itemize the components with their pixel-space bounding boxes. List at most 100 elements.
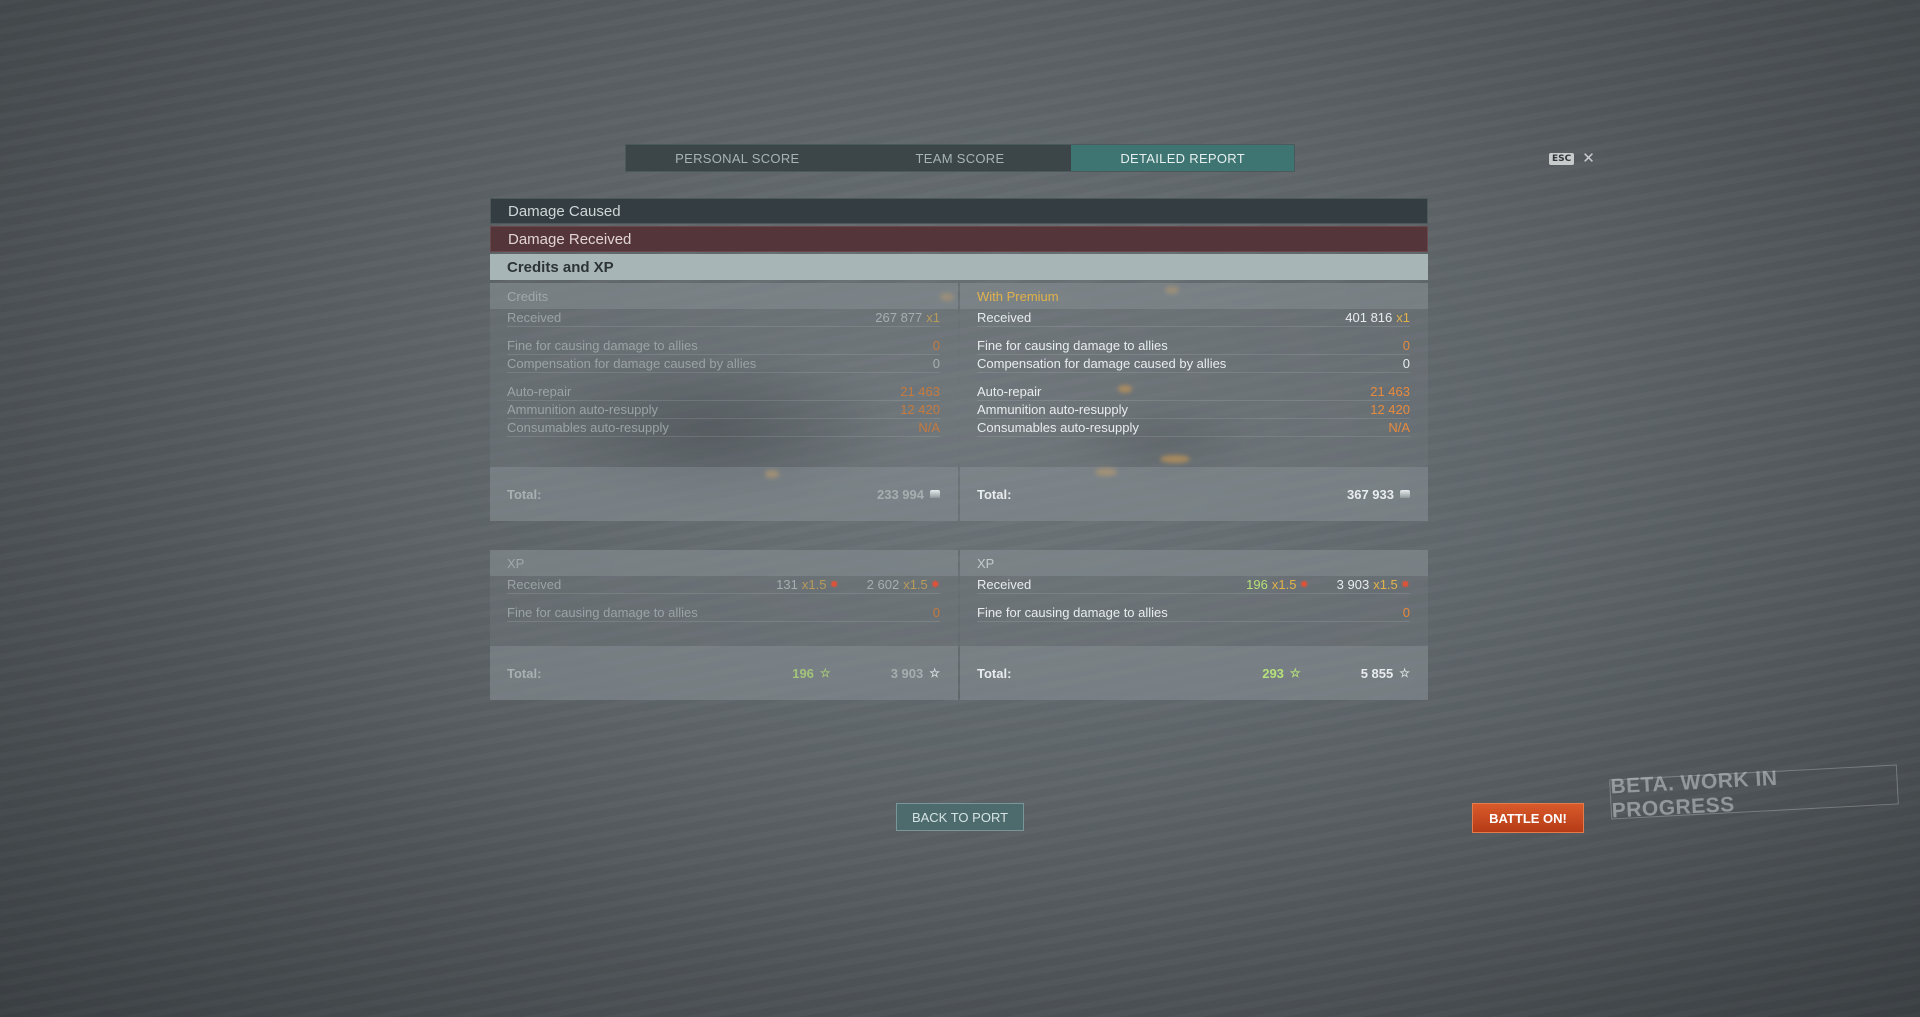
xp-total-account: 3 903 [890, 665, 924, 681]
premium-badge-icon: ✸ [1400, 579, 1410, 591]
report-tabs: PERSONAL SCORE TEAM SCORE DETAILED REPOR… [625, 144, 1295, 172]
close-icon[interactable]: ✕ [1582, 151, 1595, 166]
section-label: Credits and XP [507, 258, 614, 276]
credits-ammo-row: Ammunition auto-resupply 12 420 [507, 401, 940, 419]
row-label: Compensation for damage caused by allies [977, 356, 1227, 371]
row-label: Compensation for damage caused by allies [507, 356, 757, 371]
back-to-port-button[interactable]: BACK TO PORT [896, 803, 1024, 831]
xp-account-value: 2 602 [866, 577, 900, 592]
premium-badge-icon: ✸ [829, 579, 839, 591]
xp-premium-account-multiplier: x1.5 [1373, 577, 1398, 592]
credits-fine-row: Fine for causing damage to allies 0 [507, 337, 940, 355]
total-label: Total: [507, 486, 542, 502]
credits-consumables-row: Consumables auto-resupply N/A [507, 419, 940, 437]
premium-received-row: Received 401 816 x1 [977, 309, 1410, 327]
xp-fine-value: 0 [932, 605, 940, 620]
row-label: Received [977, 577, 1032, 592]
xp-ship-multiplier: x1.5 [801, 577, 827, 592]
credits-ammo-value: 12 420 [900, 402, 940, 417]
section-damage-caused[interactable]: Damage Caused [490, 198, 1428, 224]
premium-comp-row: Compensation for damage caused by allies… [977, 355, 1410, 373]
total-label: Total: [977, 486, 1012, 502]
premium-ammo-row: Ammunition auto-resupply 12 420 [977, 401, 1410, 419]
premium-comp-value: 0 [1402, 356, 1410, 371]
xp-fine-row: Fine for causing damage to allies 0 [507, 604, 940, 622]
credits-header: Credits [490, 283, 958, 309]
row-label: Fine for causing damage to allies [507, 338, 698, 353]
credits-icon [930, 490, 940, 498]
credits-icon [1400, 490, 1410, 498]
xp-ship-value: 131 [776, 577, 798, 592]
row-label: Fine for causing damage to allies [977, 605, 1168, 620]
xp-total-ship: 196 [792, 665, 814, 681]
xp-premium-total-row: Total: 293 ☆ 5 855 ☆ [960, 646, 1428, 700]
xp-header: XP [490, 550, 958, 576]
beta-watermark: BETA. WORK IN PROGRESS [1609, 764, 1899, 822]
premium-badge-icon: ✸ [1299, 579, 1309, 591]
xp-premium-panel: XP Received 196 x1.5 ✸ 3 903 x1.5 ✸ Fine… [960, 550, 1428, 700]
premium-ammo-value: 12 420 [1370, 402, 1410, 417]
xp-premium-fine-value: 0 [1402, 605, 1410, 620]
premium-badge-icon: ✸ [930, 579, 940, 591]
xp-panel: XP Received 131 x1.5 ✸ 2 602 x1.5 ✸ Fine… [490, 550, 958, 700]
section-damage-received[interactable]: Damage Received [490, 226, 1428, 252]
star-icon: ☆ [929, 666, 940, 680]
row-label: Consumables auto-resupply [977, 420, 1139, 435]
row-label: Consumables auto-resupply [507, 420, 669, 435]
star-icon: ☆ [1399, 666, 1410, 680]
row-label: Ammunition auto-resupply [977, 402, 1129, 417]
row-label: Received [507, 577, 562, 592]
xp-premium-account-value: 3 903 [1336, 577, 1370, 592]
premium-multiplier: x1 [1396, 310, 1410, 325]
section-label: Damage Received [508, 230, 632, 248]
xp-premium-received-row: Received 196 x1.5 ✸ 3 903 x1.5 ✸ [977, 576, 1410, 594]
xp-total-row: Total: 196 ☆ 3 903 ☆ [490, 646, 958, 700]
xp-premium-total-account: 5 855 [1360, 665, 1394, 681]
credits-total-value: 233 994 [877, 486, 924, 502]
esc-key-icon: ESC [1549, 152, 1575, 165]
star-icon: ☆ [819, 666, 831, 680]
premium-fine-value: 0 [1402, 338, 1410, 353]
tab-team-score[interactable]: TEAM SCORE [849, 145, 1072, 171]
xp-premium-total-ship: 293 [1262, 665, 1284, 681]
xp-received-row: Received 131 x1.5 ✸ 2 602 x1.5 ✸ [507, 576, 940, 594]
credits-repair-row: Auto-repair 21 463 [507, 383, 940, 401]
star-icon: ☆ [1289, 666, 1301, 680]
xp-premium-ship-multiplier: x1.5 [1271, 577, 1297, 592]
credits-received-value: 267 877 [875, 310, 923, 325]
premium-consumables-row: Consumables auto-resupply N/A [977, 419, 1410, 437]
xp-premium-fine-row: Fine for causing damage to allies 0 [977, 604, 1410, 622]
xp-premium-ship-value: 196 [1246, 577, 1268, 592]
credits-fine-value: 0 [932, 338, 940, 353]
total-label: Total: [977, 665, 1012, 681]
premium-header: With Premium [960, 283, 1428, 309]
close-control: ESC ✕ [1549, 151, 1595, 166]
premium-total-value: 367 933 [1347, 486, 1394, 502]
xp-premium-header: XP [960, 550, 1428, 576]
credits-received-row: Received 267 877 x1 [507, 309, 940, 327]
tab-personal-score[interactable]: PERSONAL SCORE [626, 145, 849, 171]
row-label: Fine for causing damage to allies [507, 605, 698, 620]
premium-consumables-value: N/A [1388, 420, 1410, 435]
credits-comp-value: 0 [932, 356, 940, 371]
xp-account-multiplier: x1.5 [903, 577, 928, 592]
row-label: Ammunition auto-resupply [507, 402, 659, 417]
credits-comp-row: Compensation for damage caused by allies… [507, 355, 940, 373]
credits-multiplier: x1 [926, 310, 940, 325]
total-label: Total: [507, 665, 542, 681]
section-label: Damage Caused [508, 202, 621, 220]
credits-panel: Credits Received 267 877 x1 Fine for cau… [490, 283, 958, 521]
premium-total-row: Total: 367 933 [960, 467, 1428, 521]
battle-on-button[interactable]: BATTLE ON! [1472, 803, 1584, 833]
credits-total-row: Total: 233 994 [490, 467, 958, 521]
premium-repair-value: 21 463 [1370, 384, 1410, 399]
row-label: Auto-repair [977, 384, 1042, 399]
premium-panel: With Premium Received 401 816 x1 Fine fo… [960, 283, 1428, 521]
premium-received-value: 401 816 [1345, 310, 1393, 325]
credits-consumables-value: N/A [918, 420, 940, 435]
section-credits-xp[interactable]: Credits and XP [490, 254, 1428, 280]
credits-repair-value: 21 463 [900, 384, 940, 399]
tab-detailed-report[interactable]: DETAILED REPORT [1071, 145, 1295, 171]
row-label: Received [977, 310, 1032, 325]
premium-fine-row: Fine for causing damage to allies 0 [977, 337, 1410, 355]
